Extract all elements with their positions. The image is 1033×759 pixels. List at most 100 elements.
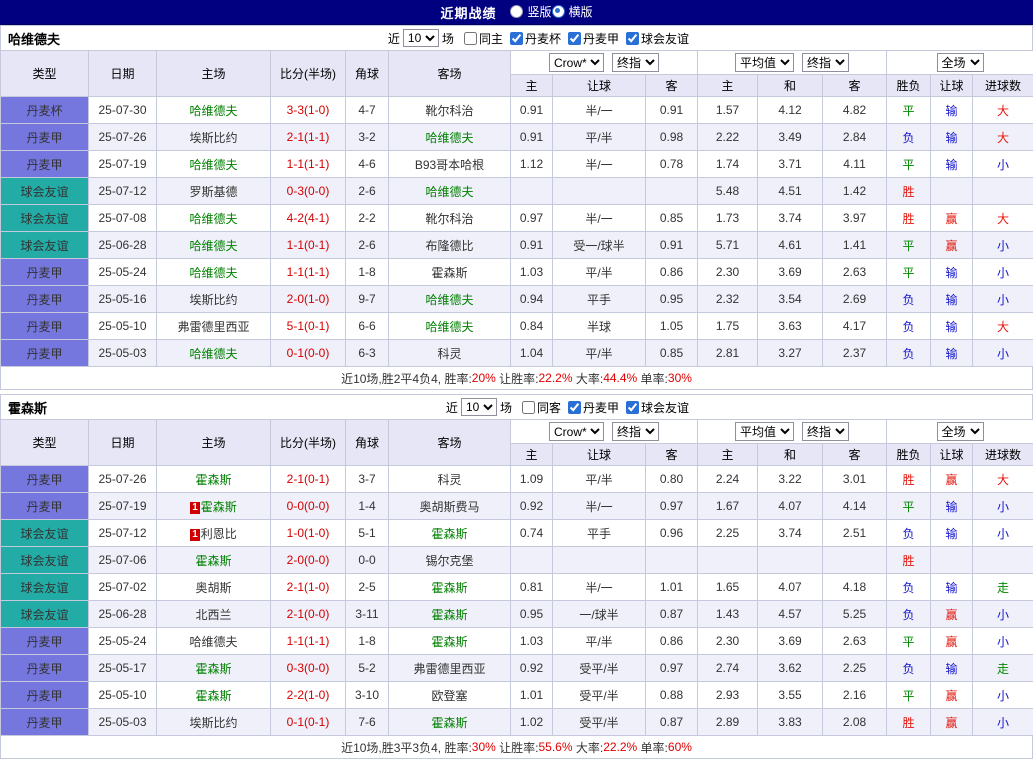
home-team-cell[interactable]: 霍森斯: [157, 466, 271, 493]
final-average-select[interactable]: 终指: [802, 53, 849, 72]
filter-checkbox[interactable]: 球会友谊: [619, 30, 689, 47]
away-team-cell[interactable]: 霍森斯: [389, 601, 511, 628]
away-team-cell[interactable]: B93哥本哈根: [389, 151, 511, 178]
bookmaker-select[interactable]: Crow*: [549, 422, 604, 441]
home-team-cell[interactable]: 霍森斯: [157, 682, 271, 709]
away-team-cell[interactable]: 科灵: [389, 340, 511, 367]
checkbox-input[interactable]: [626, 401, 639, 414]
away-team-cell[interactable]: 霍森斯: [389, 709, 511, 736]
date-cell: 25-07-02: [89, 574, 157, 601]
summary-text: 55.6%: [538, 740, 572, 754]
score-cell[interactable]: 0-3(0-0): [271, 655, 346, 682]
away-team-cell[interactable]: 霍森斯: [389, 259, 511, 286]
home-team-cell[interactable]: 霍森斯: [157, 655, 271, 682]
home-team-cell[interactable]: 哈维德夫: [157, 205, 271, 232]
home-team-cell[interactable]: 哈维德夫: [157, 97, 271, 124]
recent-count-select[interactable]: 10: [403, 29, 439, 47]
score-cell[interactable]: 1-1(1-1): [271, 259, 346, 286]
filter-checkbox[interactable]: 球会友谊: [619, 399, 689, 416]
checkbox-input[interactable]: [522, 401, 535, 414]
scope-select[interactable]: 全场: [937, 422, 984, 441]
score-cell[interactable]: 2-1(0-1): [271, 466, 346, 493]
score-cell[interactable]: 2-2(1-0): [271, 682, 346, 709]
layout-radio-vertical[interactable]: 竖版: [510, 3, 551, 20]
home-team-cell[interactable]: 霍森斯: [157, 547, 271, 574]
filter-checkbox[interactable]: 丹麦杯: [503, 30, 561, 47]
checkbox-input[interactable]: [626, 32, 639, 45]
away-team-cell[interactable]: 霍森斯: [389, 628, 511, 655]
away-team-cell[interactable]: 哈维德夫: [389, 178, 511, 205]
away-team-cell[interactable]: 靴尔科治: [389, 205, 511, 232]
score-cell[interactable]: 0-1(0-1): [271, 709, 346, 736]
filter-controls: 近10场同客丹麦甲球会友谊: [443, 398, 689, 416]
summary-text: 22.2%: [538, 371, 572, 385]
home-team-cell[interactable]: 弗雷德里西亚: [157, 313, 271, 340]
score-cell[interactable]: 3-3(1-0): [271, 97, 346, 124]
away-team-cell[interactable]: 锡尔克堡: [389, 547, 511, 574]
score-cell[interactable]: 2-1(1-1): [271, 124, 346, 151]
final-odds-select[interactable]: 终指: [612, 422, 659, 441]
away-team-cell[interactable]: 科灵: [389, 466, 511, 493]
bookmaker-select[interactable]: Crow*: [549, 53, 604, 72]
away-team-cell[interactable]: 靴尔科治: [389, 97, 511, 124]
home-team-cell[interactable]: 奥胡斯: [157, 574, 271, 601]
match-row: 丹麦甲25-05-24哈维德夫1-1(1-1)1-8霍森斯1.03平/半0.86…: [1, 628, 1033, 655]
home-team-cell[interactable]: 哈维德夫: [157, 340, 271, 367]
checkbox-input[interactable]: [568, 401, 581, 414]
checkbox-input[interactable]: [464, 32, 477, 45]
away-team-cell[interactable]: 哈维德夫: [389, 124, 511, 151]
date-cell: 25-05-16: [89, 286, 157, 313]
home-team-cell[interactable]: 哈维德夫: [157, 259, 271, 286]
home-team-cell[interactable]: 哈维德夫: [157, 232, 271, 259]
score-cell[interactable]: 1-1(0-1): [271, 232, 346, 259]
score-cell[interactable]: 5-1(0-1): [271, 313, 346, 340]
score-cell[interactable]: 0-0(0-0): [271, 493, 346, 520]
recent-count-select[interactable]: 10: [461, 398, 497, 416]
away-team-cell[interactable]: 哈维德夫: [389, 286, 511, 313]
checkbox-input[interactable]: [568, 32, 581, 45]
result-cell: 胜: [887, 205, 931, 232]
home-team-cell[interactable]: 埃斯比约: [157, 286, 271, 313]
away-team-cell[interactable]: 哈维德夫: [389, 313, 511, 340]
away-team-cell[interactable]: 奥胡斯费马: [389, 493, 511, 520]
away-team-cell[interactable]: 布隆德比: [389, 232, 511, 259]
corner-cell: 4-6: [346, 151, 389, 178]
away-team-cell[interactable]: 欧登塞: [389, 682, 511, 709]
filter-checkbox[interactable]: 同主: [457, 30, 503, 47]
score-cell[interactable]: 2-1(1-0): [271, 574, 346, 601]
home-team-cell[interactable]: 哈维德夫: [157, 628, 271, 655]
score-cell[interactable]: 0-1(0-0): [271, 340, 346, 367]
filter-checkbox[interactable]: 丹麦甲: [561, 399, 619, 416]
home-team-cell[interactable]: 1利恩比: [157, 520, 271, 547]
checkbox-input[interactable]: [510, 32, 523, 45]
home-team-cell[interactable]: 1霍森斯: [157, 493, 271, 520]
odds-cell: 0.94: [511, 286, 553, 313]
layout-radio-horizontal[interactable]: 横版: [552, 3, 593, 20]
filter-checkbox[interactable]: 同客: [515, 399, 561, 416]
score-cell[interactable]: 2-1(0-0): [271, 601, 346, 628]
home-team-cell[interactable]: 北西兰: [157, 601, 271, 628]
average-select[interactable]: 平均值: [735, 422, 794, 441]
final-average-select[interactable]: 终指: [802, 422, 849, 441]
odds-cell: 1.01: [646, 574, 698, 601]
final-odds-select[interactable]: 终指: [612, 53, 659, 72]
score-cell[interactable]: 2-0(0-0): [271, 547, 346, 574]
score-cell[interactable]: 4-2(4-1): [271, 205, 346, 232]
score-cell[interactable]: 1-1(1-1): [271, 628, 346, 655]
scope-select[interactable]: 全场: [937, 53, 984, 72]
away-team-cell[interactable]: 霍森斯: [389, 574, 511, 601]
score-cell[interactable]: 1-1(1-1): [271, 151, 346, 178]
average-odds-cell: 4.11: [823, 151, 887, 178]
home-team-cell[interactable]: 埃斯比约: [157, 709, 271, 736]
league-cell: 丹麦甲: [1, 709, 89, 736]
average-select[interactable]: 平均值: [735, 53, 794, 72]
score-cell[interactable]: 0-3(0-0): [271, 178, 346, 205]
home-team-cell[interactable]: 埃斯比约: [157, 124, 271, 151]
score-cell[interactable]: 2-0(1-0): [271, 286, 346, 313]
score-cell[interactable]: 1-0(1-0): [271, 520, 346, 547]
home-team-cell[interactable]: 罗斯基德: [157, 178, 271, 205]
away-team-cell[interactable]: 霍森斯: [389, 520, 511, 547]
filter-checkbox[interactable]: 丹麦甲: [561, 30, 619, 47]
away-team-cell[interactable]: 弗雷德里西亚: [389, 655, 511, 682]
home-team-cell[interactable]: 哈维德夫: [157, 151, 271, 178]
